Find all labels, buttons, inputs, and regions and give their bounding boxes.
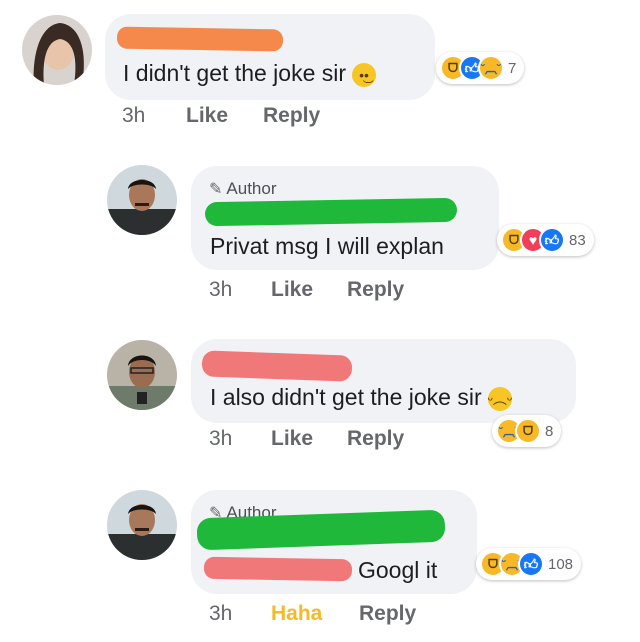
sad-icon: ˘︹˘: [478, 55, 504, 81]
avatar[interactable]: [22, 15, 92, 85]
reaction-count: 83: [569, 231, 586, 249]
redacted-name: [116, 26, 284, 52]
avatar[interactable]: [107, 165, 177, 235]
reaction-summary[interactable]: ˘︹˘ ᗜ 8: [492, 415, 562, 447]
reaction-summary[interactable]: ᗜ ˘︹˘ 👍︎ 108: [476, 548, 582, 580]
redacted-name: [203, 556, 353, 582]
timestamp: 3h: [209, 427, 233, 450]
confused-emoji: •͜•: [352, 62, 377, 87]
reaction-count: 8: [545, 422, 554, 440]
author-badge: ✎ Author: [209, 179, 277, 199]
redacted-name: [201, 350, 353, 382]
timestamp: 3h: [122, 104, 146, 127]
reaction-summary[interactable]: ᗜ 👍︎ ˘︹˘ 7: [436, 52, 525, 84]
comment-text: I also didn't get the joke sir ᵕ︵ᵕ: [210, 384, 513, 411]
reaction-count: 7: [508, 59, 517, 77]
timestamp: 3h: [209, 602, 233, 625]
haha-reaction-button[interactable]: Haha: [271, 602, 322, 626]
like-button[interactable]: Like: [186, 104, 228, 128]
reply-button[interactable]: Reply: [347, 278, 404, 302]
avatar[interactable]: [107, 490, 177, 560]
pencil-icon: ✎: [209, 181, 223, 198]
like-button[interactable]: Like: [271, 278, 313, 302]
reaction-summary[interactable]: ᗜ ♥ 👍︎ 83: [497, 224, 594, 256]
timestamp: 3h: [209, 278, 233, 301]
author-label: Author: [226, 179, 277, 198]
reply-button[interactable]: Reply: [359, 602, 416, 626]
reply-button[interactable]: Reply: [347, 427, 404, 451]
like-icon: 👍︎: [539, 227, 565, 253]
comment-text: Googl it: [358, 557, 438, 583]
like-button[interactable]: Like: [271, 427, 313, 451]
avatar[interactable]: [107, 340, 177, 410]
comment-text: I didn't get the joke sir •͜•: [123, 60, 377, 87]
like-icon: 👍︎: [518, 551, 544, 577]
pensive-emoji: ᵕ︵ᵕ: [487, 386, 512, 411]
reaction-count: 108: [548, 555, 574, 573]
reply-button[interactable]: Reply: [263, 104, 320, 128]
haha-icon: ᗜ: [515, 418, 541, 444]
redacted-name: [204, 197, 458, 227]
comment-text: Privat msg I will explan: [210, 233, 444, 259]
